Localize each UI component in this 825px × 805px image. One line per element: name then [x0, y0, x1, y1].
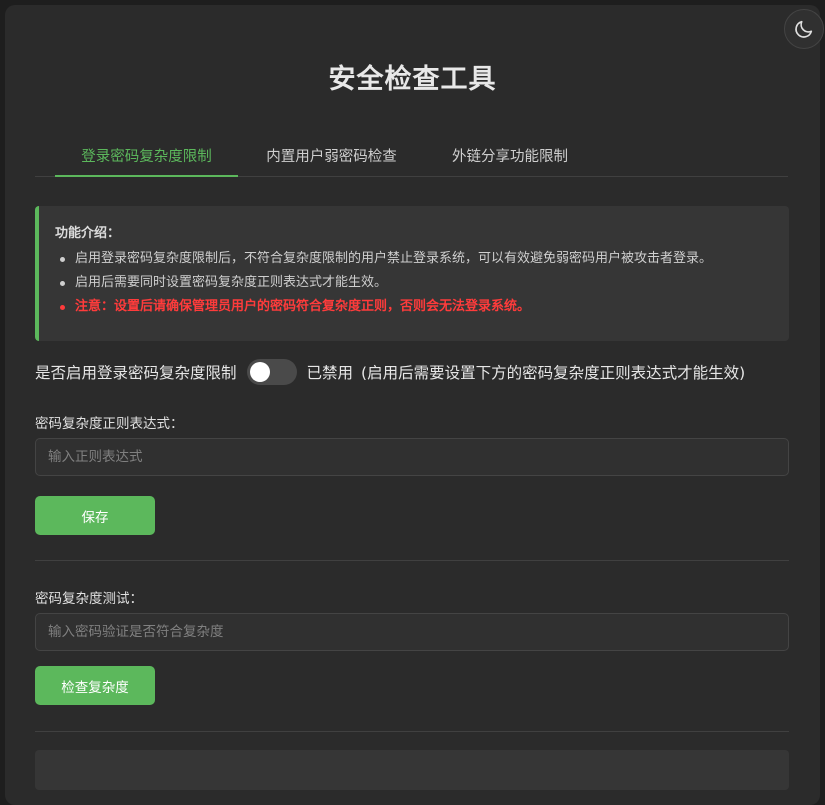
info-item: 启用登录密码复杂度限制后，不符合复杂度限制的用户禁止登录系统，可以有效避免弱密码… — [60, 247, 773, 271]
regex-input[interactable] — [35, 438, 789, 476]
tab-bar: 登录密码复杂度限制 内置用户弱密码检查 外链分享功能限制 — [35, 136, 788, 177]
section-divider — [35, 560, 789, 561]
info-list: 启用登录密码复杂度限制后，不符合复杂度限制的用户禁止登录系统，可以有效避免弱密码… — [55, 247, 773, 319]
check-complexity-button[interactable]: 检查复杂度 — [35, 666, 155, 705]
toggle-knob — [249, 362, 270, 382]
section-divider — [35, 731, 789, 732]
info-item: 启用后需要同时设置密码复杂度正则表达式才能生效。 — [60, 271, 773, 295]
switch-label: 是否启用登录密码复杂度限制 — [35, 364, 237, 382]
result-box — [35, 750, 789, 790]
main-card: 安全检查工具 登录密码复杂度限制 内置用户弱密码检查 外链分享功能限制 功能介绍… — [5, 5, 824, 805]
enable-switch-row: 是否启用登录密码复杂度限制 已禁用 (启用后需要设置下方的密码复杂度正则表达式才… — [35, 357, 745, 387]
password-test-input[interactable] — [35, 613, 789, 651]
tab-password-complexity[interactable]: 登录密码复杂度限制 — [55, 136, 238, 177]
info-warning-item: 注意：设置后请确保管理员用户的密码符合复杂度正则，否则会无法登录系统。 — [60, 295, 773, 319]
tab-weak-password-check[interactable]: 内置用户弱密码检查 — [250, 136, 413, 176]
page-title: 安全检查工具 — [328, 64, 497, 95]
moon-icon — [795, 20, 813, 38]
enable-toggle[interactable] — [246, 359, 297, 385]
save-button[interactable]: 保存 — [35, 496, 155, 535]
switch-note: (启用后需要设置下方的密码复杂度正则表达式才能生效) — [361, 364, 746, 382]
test-label: 密码复杂度测试： — [35, 591, 143, 607]
tab-share-link-limit[interactable]: 外链分享功能限制 — [435, 136, 585, 176]
info-title: 功能介绍： — [55, 226, 121, 241]
feature-info-box: 功能介绍： 启用登录密码复杂度限制后，不符合复杂度限制的用户禁止登录系统，可以有… — [35, 206, 789, 341]
regex-label: 密码复杂度正则表达式： — [35, 416, 184, 432]
theme-toggle-button[interactable] — [784, 9, 824, 49]
switch-status: 已禁用 — [306, 364, 354, 382]
